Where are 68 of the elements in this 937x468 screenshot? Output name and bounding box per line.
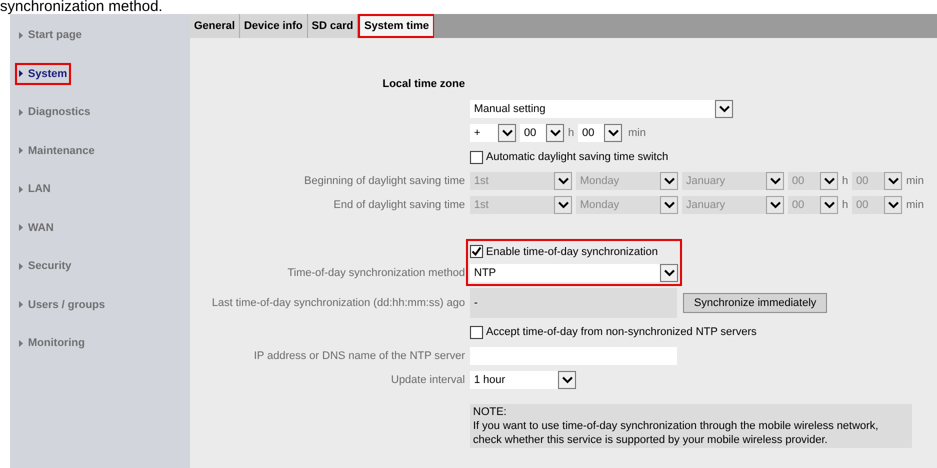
chevron-down-icon [770, 201, 780, 209]
triangle-right-icon [19, 340, 23, 347]
chevron-down-icon [664, 269, 674, 278]
sidebar-item[interactable]: Users / groups [15, 294, 110, 316]
triangle-right-icon [19, 262, 23, 270]
chevron-down-icon [824, 201, 834, 209]
unit-label: h [568, 126, 574, 141]
status-field: - [470, 288, 677, 318]
unit-label: min [906, 174, 924, 189]
sidebar-item[interactable]: System [15, 62, 72, 85]
unit-label: h [842, 174, 848, 189]
chevron-down-icon [664, 201, 674, 209]
dropdown[interactable]: 00 [520, 124, 564, 142]
checkbox[interactable] [470, 326, 483, 338]
unit-label: h [842, 198, 848, 213]
sidebar-item[interactable]: WAN [15, 216, 58, 239]
chevron-down-icon [550, 129, 560, 137]
tab[interactable]: Device info [240, 14, 308, 38]
triangle-right-icon [19, 224, 23, 232]
sidebar-item[interactable]: LAN [15, 178, 55, 200]
sidebar-item[interactable]: Maintenance [15, 140, 99, 162]
chevron-down-icon [608, 129, 619, 137]
chevron-down-icon [888, 201, 899, 209]
sidebar-item[interactable]: Diagnostics [15, 101, 94, 124]
checkbox-label: Automatic daylight saving time switch [486, 150, 668, 165]
chevron-down-icon [558, 201, 568, 209]
field-label: End of daylight saving time [334, 198, 465, 212]
field-label: Update interval [391, 374, 465, 386]
sidebar-item[interactable]: Start page [15, 24, 86, 46]
checkbox[interactable] [470, 150, 483, 164]
triangle-right-icon [19, 70, 23, 78]
chevron-down-icon [502, 129, 512, 137]
checkbox-label: Accept time-of-day from non-synchronized NTP servers [486, 324, 757, 340]
section-heading: Local time zone [382, 76, 465, 92]
triangle-right-icon [19, 301, 23, 308]
tab[interactable]: System time [358, 14, 434, 38]
tab[interactable]: General [190, 14, 240, 38]
chevron-down-icon [888, 177, 899, 185]
chevron-down-icon [664, 177, 674, 185]
note-title: NOTE: [473, 405, 508, 419]
chevron-down-icon [562, 376, 572, 384]
triangle-right-icon [19, 32, 23, 39]
chevron-down-icon [824, 177, 834, 185]
caption-text: synchronization method. [0, 0, 163, 14]
unit-label: min [628, 126, 646, 141]
unit-label: min [906, 198, 924, 213]
triangle-right-icon [19, 147, 23, 154]
field-label: Beginning of daylight saving time [304, 174, 465, 188]
triangle-right-icon [19, 186, 23, 193]
dropdown[interactable]: NTP [470, 264, 678, 282]
chevron-down-icon [718, 105, 730, 113]
checkbox[interactable] [470, 245, 483, 258]
field-label: IP address or DNS name of the NTP server [254, 350, 465, 362]
chevron-down-icon [558, 177, 568, 185]
sidebar-item[interactable]: Monitoring [15, 332, 89, 354]
field-label: Last time-of-day synchronization (dd:hh:mm:ss) ago [212, 296, 465, 310]
sidebar-item[interactable]: Security [15, 255, 76, 278]
field-label: Time-of-day synchronization method [287, 267, 465, 280]
dropdown[interactable]: 00 [578, 124, 622, 142]
tab[interactable]: SD card [308, 14, 358, 38]
checkbox-label: Enable time-of-day synchronization [486, 244, 658, 260]
dropdown[interactable]: 1 hour [470, 371, 576, 389]
synchronize-button[interactable]: Synchronize immediately [683, 293, 828, 313]
triangle-right-icon [19, 108, 23, 116]
dropdown[interactable]: Manual setting [470, 100, 733, 118]
dropdown[interactable]: + [470, 124, 516, 142]
chevron-down-icon [770, 177, 780, 185]
note-text: If you want to use time-of-day synchronization through the mobile wireless network, check whether this service is supported by your mobile wireless provider. [473, 419, 880, 447]
